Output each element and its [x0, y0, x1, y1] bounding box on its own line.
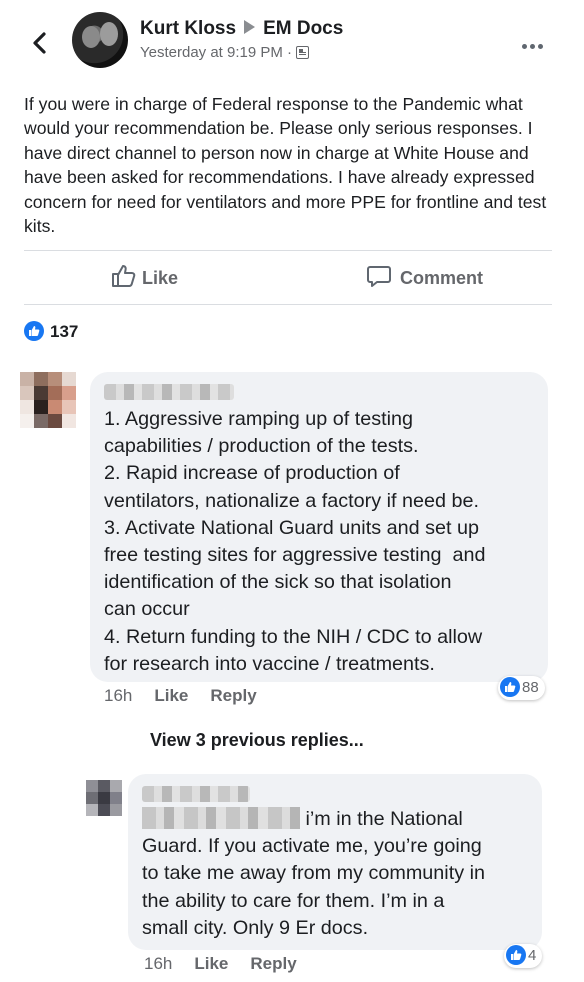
comment-reaction-count[interactable]: 88	[498, 676, 545, 700]
author-name[interactable]: Kurt Kloss	[140, 18, 236, 39]
reaction-count: 137	[50, 322, 79, 341]
author-avatar[interactable]	[72, 12, 128, 68]
post-title: Kurt Kloss EM Docs	[140, 18, 343, 40]
comment-like-button[interactable]: Like	[154, 686, 188, 705]
reply-reaction-count[interactable]: 4	[504, 944, 543, 968]
replier-name-redacted[interactable]	[142, 786, 250, 802]
redacted-mention	[142, 806, 300, 829]
post-header: Kurt Kloss EM Docs Yesterday at 9:19 PM ·	[0, 0, 584, 80]
like-reaction-icon	[506, 945, 526, 966]
reply-bubble[interactable]: i’m in the National Guard. If you activa…	[128, 774, 542, 950]
comment-reply-button[interactable]: Reply	[210, 686, 256, 705]
comment-icon	[367, 266, 391, 287]
like-label: Like	[142, 267, 179, 288]
post-timestamp[interactable]: Yesterday at 9:19 PM ·	[140, 44, 292, 61]
comment-button[interactable]: Comment	[366, 266, 483, 292]
reply-time[interactable]: 16h	[144, 954, 172, 973]
comment-label: Comment	[400, 267, 484, 288]
comment-footer: 16h Like Reply	[104, 686, 279, 706]
comment-text: 1. Aggressive ramping up of testing capa…	[104, 408, 486, 675]
post-actions: Like Comment	[0, 252, 584, 304]
thumbs-up-icon	[112, 265, 136, 287]
divider	[24, 304, 552, 305]
like-reaction-icon	[500, 677, 520, 698]
reply-reply-button[interactable]: Reply	[250, 954, 296, 973]
reply-footer: 16h Like Reply	[144, 954, 319, 974]
reaction-summary[interactable]: 137	[24, 320, 79, 343]
post-meta: Yesterday at 9:19 PM ·	[140, 44, 310, 61]
view-previous-replies[interactable]: View 3 previous replies...	[150, 730, 364, 751]
like-reaction-icon	[24, 320, 44, 341]
triangle-right-icon	[244, 19, 256, 34]
group-name[interactable]: EM Docs	[263, 18, 343, 39]
chevron-left-icon[interactable]	[28, 28, 52, 58]
commenter-avatar[interactable]	[20, 372, 82, 428]
like-button[interactable]: Like	[110, 265, 179, 292]
comment-bubble[interactable]: 1. Aggressive ramping up of testing capa…	[90, 372, 548, 682]
group-audience-icon	[296, 45, 310, 59]
reply-avatar[interactable]	[86, 780, 122, 816]
reply-text: i’m in the National Guard. If you activa…	[142, 806, 485, 939]
reply-like-button[interactable]: Like	[194, 954, 228, 973]
post-body: If you were in charge of Federal respons…	[24, 94, 547, 237]
comment-time[interactable]: 16h	[104, 686, 132, 705]
divider	[24, 250, 552, 251]
commenter-name-redacted[interactable]	[104, 384, 234, 400]
more-horizontal-icon[interactable]	[522, 36, 550, 49]
